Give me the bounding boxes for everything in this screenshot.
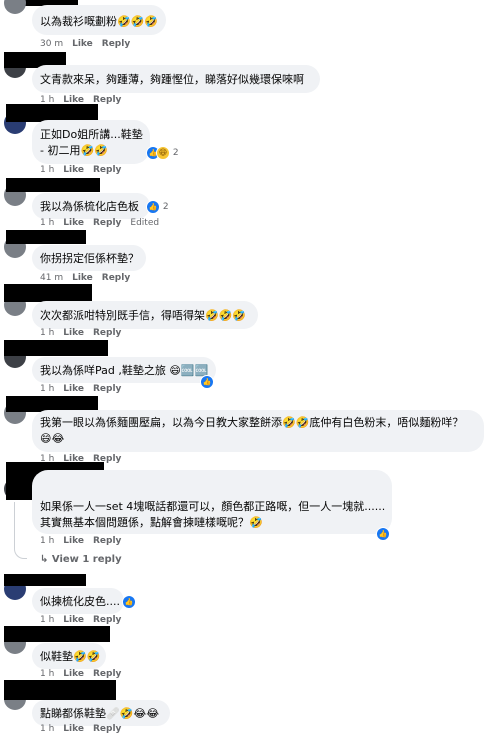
like-reaction-icon: 👍 [376, 527, 390, 541]
comment-meta: 1 h Like Reply [40, 724, 130, 734]
like-button[interactable]: Like [63, 384, 84, 394]
redacted-name [6, 230, 86, 244]
timestamp: 41 m [40, 273, 64, 283]
comment-text: 似鞋墊🤣🤣 [40, 650, 101, 663]
redacted-name [4, 626, 110, 642]
reply-button[interactable]: Reply [93, 218, 121, 228]
like-button[interactable]: Like [72, 39, 93, 49]
timestamp: 1 h [40, 165, 55, 175]
timestamp: 1 h [40, 615, 55, 625]
timestamp: 1 h [40, 328, 55, 338]
comment-bubble: 我以為係咩Pad ,鞋墊之旅 😄🆒🆒 [32, 357, 216, 383]
comment-text: 我第一眼以為係麵團壓扁，以為今日教大家整餅添🤣🤣底仲有白色粉末，唔似麵粉咩？ [40, 416, 464, 429]
like-button[interactable]: Like [63, 165, 84, 175]
timestamp: 1 h [40, 724, 55, 734]
reply-button[interactable]: Reply [93, 384, 121, 394]
reaction-count[interactable]: 👍 😆 2 [146, 146, 179, 160]
redacted-name [4, 284, 92, 302]
reaction-count[interactable]: 👍 [376, 527, 390, 541]
comment-meta: 41 m Like Reply [40, 273, 139, 283]
comment-meta: 1 h Like Reply [40, 669, 130, 679]
comment-meta: 1 h Like Reply [40, 165, 130, 175]
comment-meta: 1 h Like Reply Edited [40, 218, 168, 228]
comment-text: 以為裁衫嘅劃粉🤣🤣🤣 [40, 15, 159, 28]
redacted-name [4, 574, 86, 586]
like-reaction-icon: 👍 [146, 200, 160, 214]
comment-text: 你拐拐定佢係杯墊？ [40, 252, 139, 265]
comment-text: - 初二用🤣🤣 [40, 144, 108, 157]
comment-bubble: 正如Do姐所講...鞋墊 - 初二用🤣🤣 [32, 120, 150, 164]
reply-button[interactable]: Reply [93, 328, 121, 338]
comment-text: 文青款來呆，夠踵薄，夠踵慳位，睇落好似幾環保唻啊 [40, 73, 304, 86]
timestamp: 1 h [40, 669, 55, 679]
comment-bubble: 我以為係梳化店色板 [32, 193, 150, 219]
like-reaction-icon: 👍 [122, 595, 136, 609]
like-button[interactable]: Like [63, 724, 84, 734]
comment-text: 我以為係梳化店色板 [40, 200, 139, 213]
comment-bubble: 如果係一人一set 4塊嘅話都還可以，顏色都正路嘅，但一人一塊就...... 其… [32, 470, 392, 534]
comment-text: 似揀梳化皮色.... [40, 595, 120, 608]
reply-button[interactable]: Reply [93, 165, 121, 175]
comment-meta: 30 m Like Reply [40, 39, 139, 49]
timestamp: 1 h [40, 384, 55, 394]
comment-meta: 1 h Like Reply [40, 328, 130, 338]
redacted-name [6, 178, 100, 192]
reply-arrow-icon: ↳ [40, 554, 52, 565]
comment-bubble: 文青款來呆，夠踵薄，夠踵慳位，睇落好似幾環保唻啊 [32, 65, 320, 93]
timestamp: 1 h [40, 218, 55, 228]
reaction-count[interactable]: 👍 [200, 375, 214, 389]
timestamp: 30 m [40, 39, 64, 49]
edited-label: Edited [130, 218, 160, 228]
haha-reaction-icon: 😆 [156, 146, 170, 160]
comment-bubble: 你拐拐定佢係杯墊？ [32, 245, 146, 271]
view-replies-link[interactable]: ↳ View 1 reply [40, 554, 122, 565]
like-button[interactable]: Like [63, 218, 84, 228]
reply-button[interactable]: Reply [93, 669, 121, 679]
reply-button[interactable]: Reply [93, 536, 121, 546]
like-button[interactable]: Like [63, 669, 84, 679]
reply-button[interactable]: Reply [93, 724, 121, 734]
like-reaction-icon: 👍 [200, 375, 214, 389]
comment-text: 次次都派咁特別既手信，得唔得架🤣🤣🤣 [40, 309, 247, 322]
comment-bubble: 點睇都係鞋墊🩹🤣😂😂 [32, 700, 170, 726]
comment-text: 如果係一人一set 4塊嘅話都還可以，顏色都正路嘅，但一人一塊就...... [40, 500, 386, 513]
redacted-name [4, 340, 108, 356]
avatar[interactable] [4, 0, 26, 14]
comment-text: 😄😂 [40, 432, 65, 445]
comment-text: 我以為係咩Pad ,鞋墊之旅 😄🆒🆒 [40, 364, 209, 377]
comment-bubble: 次次都派咁特別既手信，得唔得架🤣🤣🤣 [32, 301, 258, 329]
like-button[interactable]: Like [63, 615, 84, 625]
like-button[interactable]: Like [72, 273, 93, 283]
comment-meta: 1 h Like Reply [40, 615, 130, 625]
reply-thread-line [14, 502, 27, 559]
comment-bubble: 我第一眼以為係麵團壓扁，以為今日教大家整餅添🤣🤣底仲有白色粉末，唔似麵粉咩？ 😄… [32, 410, 484, 452]
like-button[interactable]: Like [63, 328, 84, 338]
comment-meta: 1 h Like Reply [40, 536, 130, 546]
reply-button[interactable]: Reply [102, 39, 130, 49]
reaction-count[interactable]: 👍 [122, 595, 136, 609]
comment-text: 正如Do姐所講...鞋墊 [40, 128, 143, 141]
reaction-count[interactable]: 👍 2 [146, 200, 169, 214]
comment-text: 其實無基本個問題係，點解會揀嗹樣嘅呢？🤣 [40, 516, 263, 529]
comment-bubble: 似鞋墊🤣🤣 [32, 643, 106, 669]
comment-bubble: 以為裁衫嘅劃粉🤣🤣🤣 [32, 5, 166, 35]
reply-button[interactable]: Reply [102, 273, 130, 283]
reply-button[interactable]: Reply [93, 615, 121, 625]
redacted-name [4, 680, 116, 700]
comment-text: 點睇都係鞋墊🩹🤣😂😂 [40, 707, 160, 720]
timestamp: 1 h [40, 536, 55, 546]
comment-meta: 1 h Like Reply [40, 384, 130, 394]
comment-bubble: 似揀梳化皮色.... [32, 588, 124, 614]
like-button[interactable]: Like [63, 536, 84, 546]
